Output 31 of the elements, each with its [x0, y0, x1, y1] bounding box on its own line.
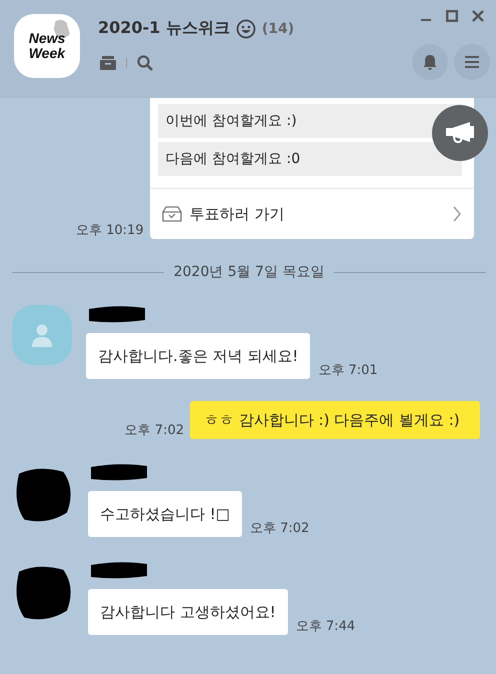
- search-icon[interactable]: [137, 55, 153, 71]
- notification-button[interactable]: [412, 44, 448, 80]
- inbox-check-icon: [162, 206, 182, 222]
- maximize-icon[interactable]: [446, 10, 458, 22]
- drawer-icon[interactable]: [100, 56, 116, 70]
- message-bubble: 감사합니다 고생하셨어요!: [88, 589, 288, 635]
- message-time: 오후 7:44: [296, 618, 356, 635]
- smiley-icon[interactable]: [236, 18, 256, 38]
- poll-option[interactable]: 다음에 참여할게요 :0: [158, 142, 462, 176]
- redaction-mark: [88, 561, 150, 579]
- vote-link[interactable]: 투표하러 가기: [150, 189, 474, 239]
- message-time: 오후 7:02: [250, 520, 310, 537]
- date-divider: 2020년 5월 7일 목요일: [174, 263, 324, 281]
- message-time: 오후 10:19: [76, 222, 144, 239]
- menu-button[interactable]: [454, 44, 490, 80]
- chevron-right-icon: [452, 206, 462, 222]
- megaphone-icon: [444, 121, 476, 145]
- message-bubble: ㅎㅎ 감사합니다 :) 다음주에 뵐게요 :): [190, 401, 480, 439]
- message-time: 오후 7:02: [124, 422, 184, 439]
- poll-option[interactable]: 이번에 참여할게요 :): [158, 104, 462, 138]
- chat-title: 2020-1 뉴스위크: [98, 18, 230, 39]
- group-logo: News Week: [14, 14, 80, 78]
- message-bubble: 감사합니다.좋은 저녁 되세요!: [86, 333, 310, 379]
- redaction-mark: [86, 305, 148, 323]
- member-count: (14): [262, 20, 294, 36]
- close-icon[interactable]: [472, 10, 484, 22]
- menu-icon: [465, 56, 479, 68]
- message-time: 오후 7:01: [318, 362, 378, 379]
- bell-icon: [423, 54, 437, 70]
- redaction-mark: [88, 463, 150, 481]
- message-bubble: 수고하셨습니다 !□: [88, 491, 242, 537]
